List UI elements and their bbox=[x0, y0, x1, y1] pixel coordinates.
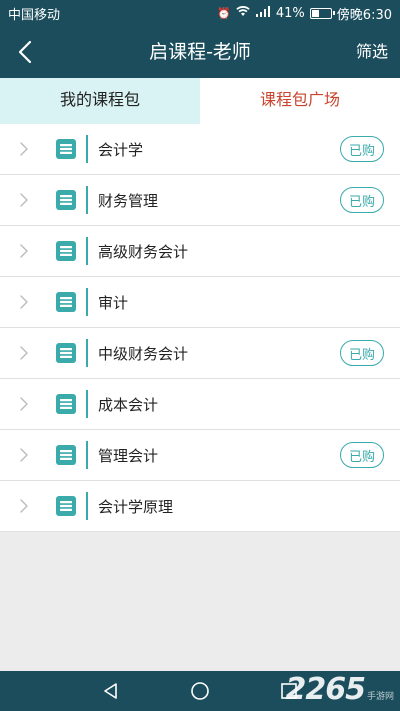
book-stack-icon bbox=[56, 343, 76, 363]
book-stack-icon bbox=[56, 292, 76, 312]
watermark-suffix: 手游网 bbox=[366, 692, 394, 702]
purchased-badge: 已购 bbox=[340, 136, 384, 162]
row-divider bbox=[86, 339, 88, 367]
tab-course-package-plaza[interactable]: 课程包广场 bbox=[200, 78, 400, 126]
chevron-right-icon bbox=[0, 499, 48, 513]
alarm-icon: ⏰ bbox=[217, 6, 231, 20]
chevron-right-icon bbox=[0, 193, 48, 207]
course-row[interactable]: 审计 bbox=[0, 277, 400, 328]
status-right: ⏰ 41% 傍晚6:30 bbox=[217, 4, 392, 23]
course-name: 中级财务会计 bbox=[98, 344, 189, 363]
book-stack-icon bbox=[56, 241, 76, 261]
chevron-right-icon bbox=[0, 397, 48, 411]
signal-icon bbox=[255, 6, 271, 20]
circle-home-icon bbox=[191, 682, 209, 700]
wifi-icon bbox=[236, 6, 250, 20]
course-row[interactable]: 中级财务会计 已购 bbox=[0, 328, 400, 379]
tab-bar: 我的课程包 课程包广场 bbox=[0, 78, 400, 126]
chevron-right-icon bbox=[0, 244, 48, 258]
course-row[interactable]: 会计学 已购 bbox=[0, 124, 400, 175]
carrier-label: 中国移动 bbox=[8, 7, 61, 23]
course-name: 成本会计 bbox=[98, 395, 159, 414]
course-row[interactable]: 成本会计 bbox=[0, 379, 400, 430]
course-name: 高级财务会计 bbox=[98, 242, 189, 261]
course-row[interactable]: 高级财务会计 bbox=[0, 226, 400, 277]
row-divider bbox=[86, 135, 88, 163]
triangle-back-icon bbox=[104, 683, 117, 699]
course-name: 审计 bbox=[98, 293, 129, 312]
watermark-logo: 2265 手游网 bbox=[285, 672, 394, 707]
watermark-number: 2265 bbox=[285, 672, 365, 707]
book-stack-icon bbox=[56, 394, 76, 414]
course-name: 管理会计 bbox=[98, 446, 159, 465]
chevron-right-icon bbox=[0, 295, 48, 309]
row-divider bbox=[86, 237, 88, 265]
purchased-badge: 已购 bbox=[340, 442, 384, 468]
filter-button[interactable]: 筛选 bbox=[356, 26, 388, 78]
course-name: 财务管理 bbox=[98, 191, 159, 210]
course-name: 会计学原理 bbox=[98, 497, 174, 516]
purchased-badge: 已购 bbox=[340, 187, 384, 213]
row-divider bbox=[86, 441, 88, 469]
battery-percent: 41% bbox=[275, 5, 305, 21]
book-stack-icon bbox=[56, 139, 76, 159]
course-row[interactable]: 财务管理 已购 bbox=[0, 175, 400, 226]
book-stack-icon bbox=[56, 190, 76, 210]
course-row[interactable]: 管理会计 已购 bbox=[0, 430, 400, 481]
system-home-button[interactable] bbox=[156, 671, 245, 711]
system-back-button[interactable] bbox=[67, 671, 156, 711]
tab-my-course-packages[interactable]: 我的课程包 bbox=[0, 78, 200, 126]
system-navigation-bar: 2265 手游网 bbox=[0, 671, 400, 711]
clock: 傍晚6:30 bbox=[336, 7, 392, 23]
row-divider bbox=[86, 390, 88, 418]
chevron-right-icon bbox=[0, 346, 48, 360]
battery-icon bbox=[309, 7, 335, 19]
chevron-right-icon bbox=[0, 448, 48, 462]
book-stack-icon bbox=[56, 496, 76, 516]
course-list: 会计学 已购 财务管理 已购 高级财务会计 审计 中级财务会计 已购 成本会计 管理会计 已购 会计学… bbox=[0, 124, 400, 532]
chevron-right-icon bbox=[0, 142, 48, 156]
nav-bar: 启课程-老师 筛选 bbox=[0, 26, 400, 78]
row-divider bbox=[86, 186, 88, 214]
page-title: 启课程-老师 bbox=[149, 41, 251, 63]
course-row[interactable]: 会计学原理 bbox=[0, 481, 400, 532]
course-name: 会计学 bbox=[98, 140, 144, 159]
row-divider bbox=[86, 492, 88, 520]
book-stack-icon bbox=[56, 445, 76, 465]
status-bar: 中国移动 ⏰ 41% 傍晚6:30 bbox=[0, 0, 400, 26]
row-divider bbox=[86, 288, 88, 316]
purchased-badge: 已购 bbox=[340, 340, 384, 366]
